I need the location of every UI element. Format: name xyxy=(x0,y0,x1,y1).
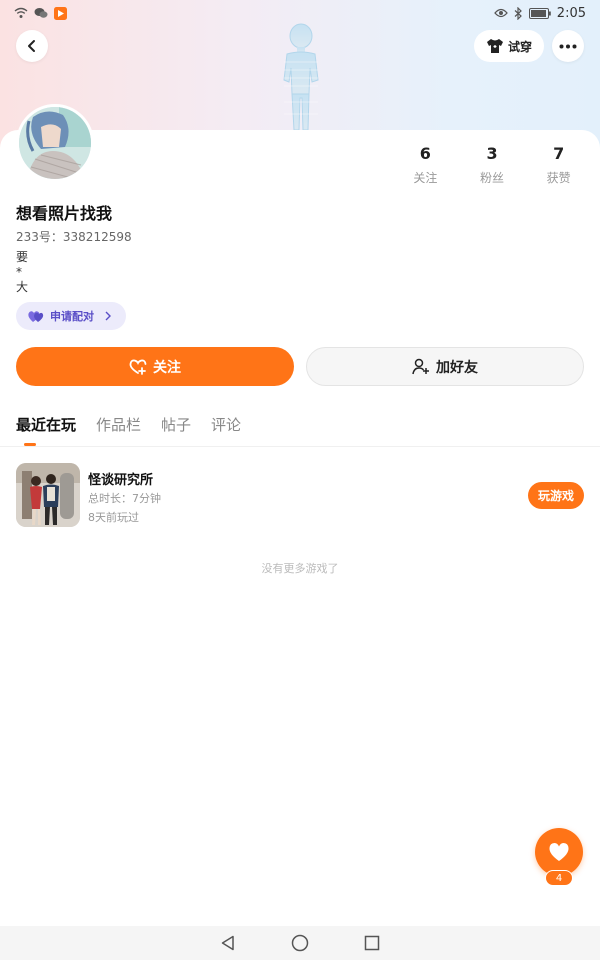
tshirt-icon xyxy=(486,39,503,53)
tab-recently-played[interactable]: 最近在玩 xyxy=(16,414,76,445)
tryon-button[interactable]: 试穿 xyxy=(474,30,544,62)
app-notification-icon xyxy=(54,6,67,20)
follow-label: 关注 xyxy=(153,359,181,376)
stat-label: 获赞 xyxy=(546,171,571,185)
heart-icon xyxy=(549,843,569,861)
status-left-icons xyxy=(14,6,67,20)
heart-plus-icon xyxy=(129,359,147,375)
square-recents-icon xyxy=(364,935,380,951)
stat-followers[interactable]: 3 粉丝 xyxy=(459,145,526,186)
bio-line: 大 xyxy=(16,280,29,294)
stat-value: 3 xyxy=(486,144,498,163)
floating-heart-button[interactable] xyxy=(535,828,583,876)
stat-label: 关注 xyxy=(413,171,438,185)
profile-stats: 6 关注 3 粉丝 7 获赞 xyxy=(392,145,592,186)
status-right-icons: 2:05 xyxy=(493,5,586,21)
stat-value: 6 xyxy=(419,144,431,163)
stat-following[interactable]: 6 关注 xyxy=(392,145,459,186)
tab-comments[interactable]: 评论 xyxy=(211,414,241,445)
nav-recents-button[interactable] xyxy=(361,932,383,954)
profile-tabs: 最近在玩 作品栏 帖子 评论 xyxy=(16,414,241,445)
stat-value: 7 xyxy=(553,144,565,163)
game-last-played: 8天前玩过 xyxy=(88,511,139,524)
status-bar: 2:05 xyxy=(0,0,600,26)
more-button[interactable] xyxy=(552,30,584,62)
game-cover-image xyxy=(16,463,80,527)
bluetooth-icon xyxy=(514,6,523,20)
battery-icon xyxy=(528,7,551,19)
double-heart-icon xyxy=(28,310,44,322)
back-button[interactable] xyxy=(16,30,48,62)
apply-match-button[interactable]: 申请配对 xyxy=(16,302,126,330)
bio-line: 要 xyxy=(16,250,29,264)
profile-bio: 要 * 大 xyxy=(16,250,28,295)
game-duration: 总时长：7分钟 xyxy=(88,492,161,505)
nav-home-button[interactable] xyxy=(289,932,311,954)
chevron-right-icon xyxy=(105,311,111,321)
apply-match-label: 申请配对 xyxy=(50,310,94,323)
eye-icon xyxy=(493,8,508,18)
game-thumbnail xyxy=(16,463,80,527)
profile-uid: 233号：338212598 xyxy=(16,230,132,244)
status-time: 2:05 xyxy=(556,5,586,21)
profile-avatar[interactable] xyxy=(16,104,94,182)
circle-home-icon xyxy=(291,934,309,952)
avatar-figure-silhouette xyxy=(283,23,319,131)
play-game-button[interactable]: 玩游戏 xyxy=(528,482,584,509)
more-dots-icon xyxy=(559,44,577,48)
back-arrow-icon xyxy=(28,40,35,52)
list-item[interactable]: 怪谈研究所 总时长：7分钟 8天前玩过 玩游戏 xyxy=(16,463,584,527)
no-more-games-hint: 没有更多游戏了 xyxy=(261,562,339,575)
profile-card xyxy=(0,130,600,930)
stat-label: 粉丝 xyxy=(480,171,505,185)
wifi-icon xyxy=(14,7,28,19)
game-title: 怪谈研究所 xyxy=(88,473,154,488)
add-friend-button[interactable]: 加好友 xyxy=(306,347,584,386)
add-person-icon xyxy=(412,358,429,374)
bio-line: * xyxy=(16,265,22,279)
add-friend-label: 加好友 xyxy=(436,359,478,376)
fab-count-badge: 4 xyxy=(545,870,573,886)
nav-back-button[interactable] xyxy=(217,932,239,954)
tab-divider xyxy=(0,446,600,447)
stat-likes[interactable]: 7 获赞 xyxy=(525,145,592,186)
tab-works[interactable]: 作品栏 xyxy=(96,414,141,445)
wechat-icon xyxy=(34,7,48,19)
tab-posts[interactable]: 帖子 xyxy=(161,414,191,445)
follow-button[interactable]: 关注 xyxy=(16,347,294,386)
system-nav-bar xyxy=(0,926,600,960)
triangle-back-icon xyxy=(221,935,234,951)
avatar-image xyxy=(19,107,91,179)
profile-name: 想看照片找我 xyxy=(16,204,113,223)
tryon-label: 试穿 xyxy=(507,39,532,54)
